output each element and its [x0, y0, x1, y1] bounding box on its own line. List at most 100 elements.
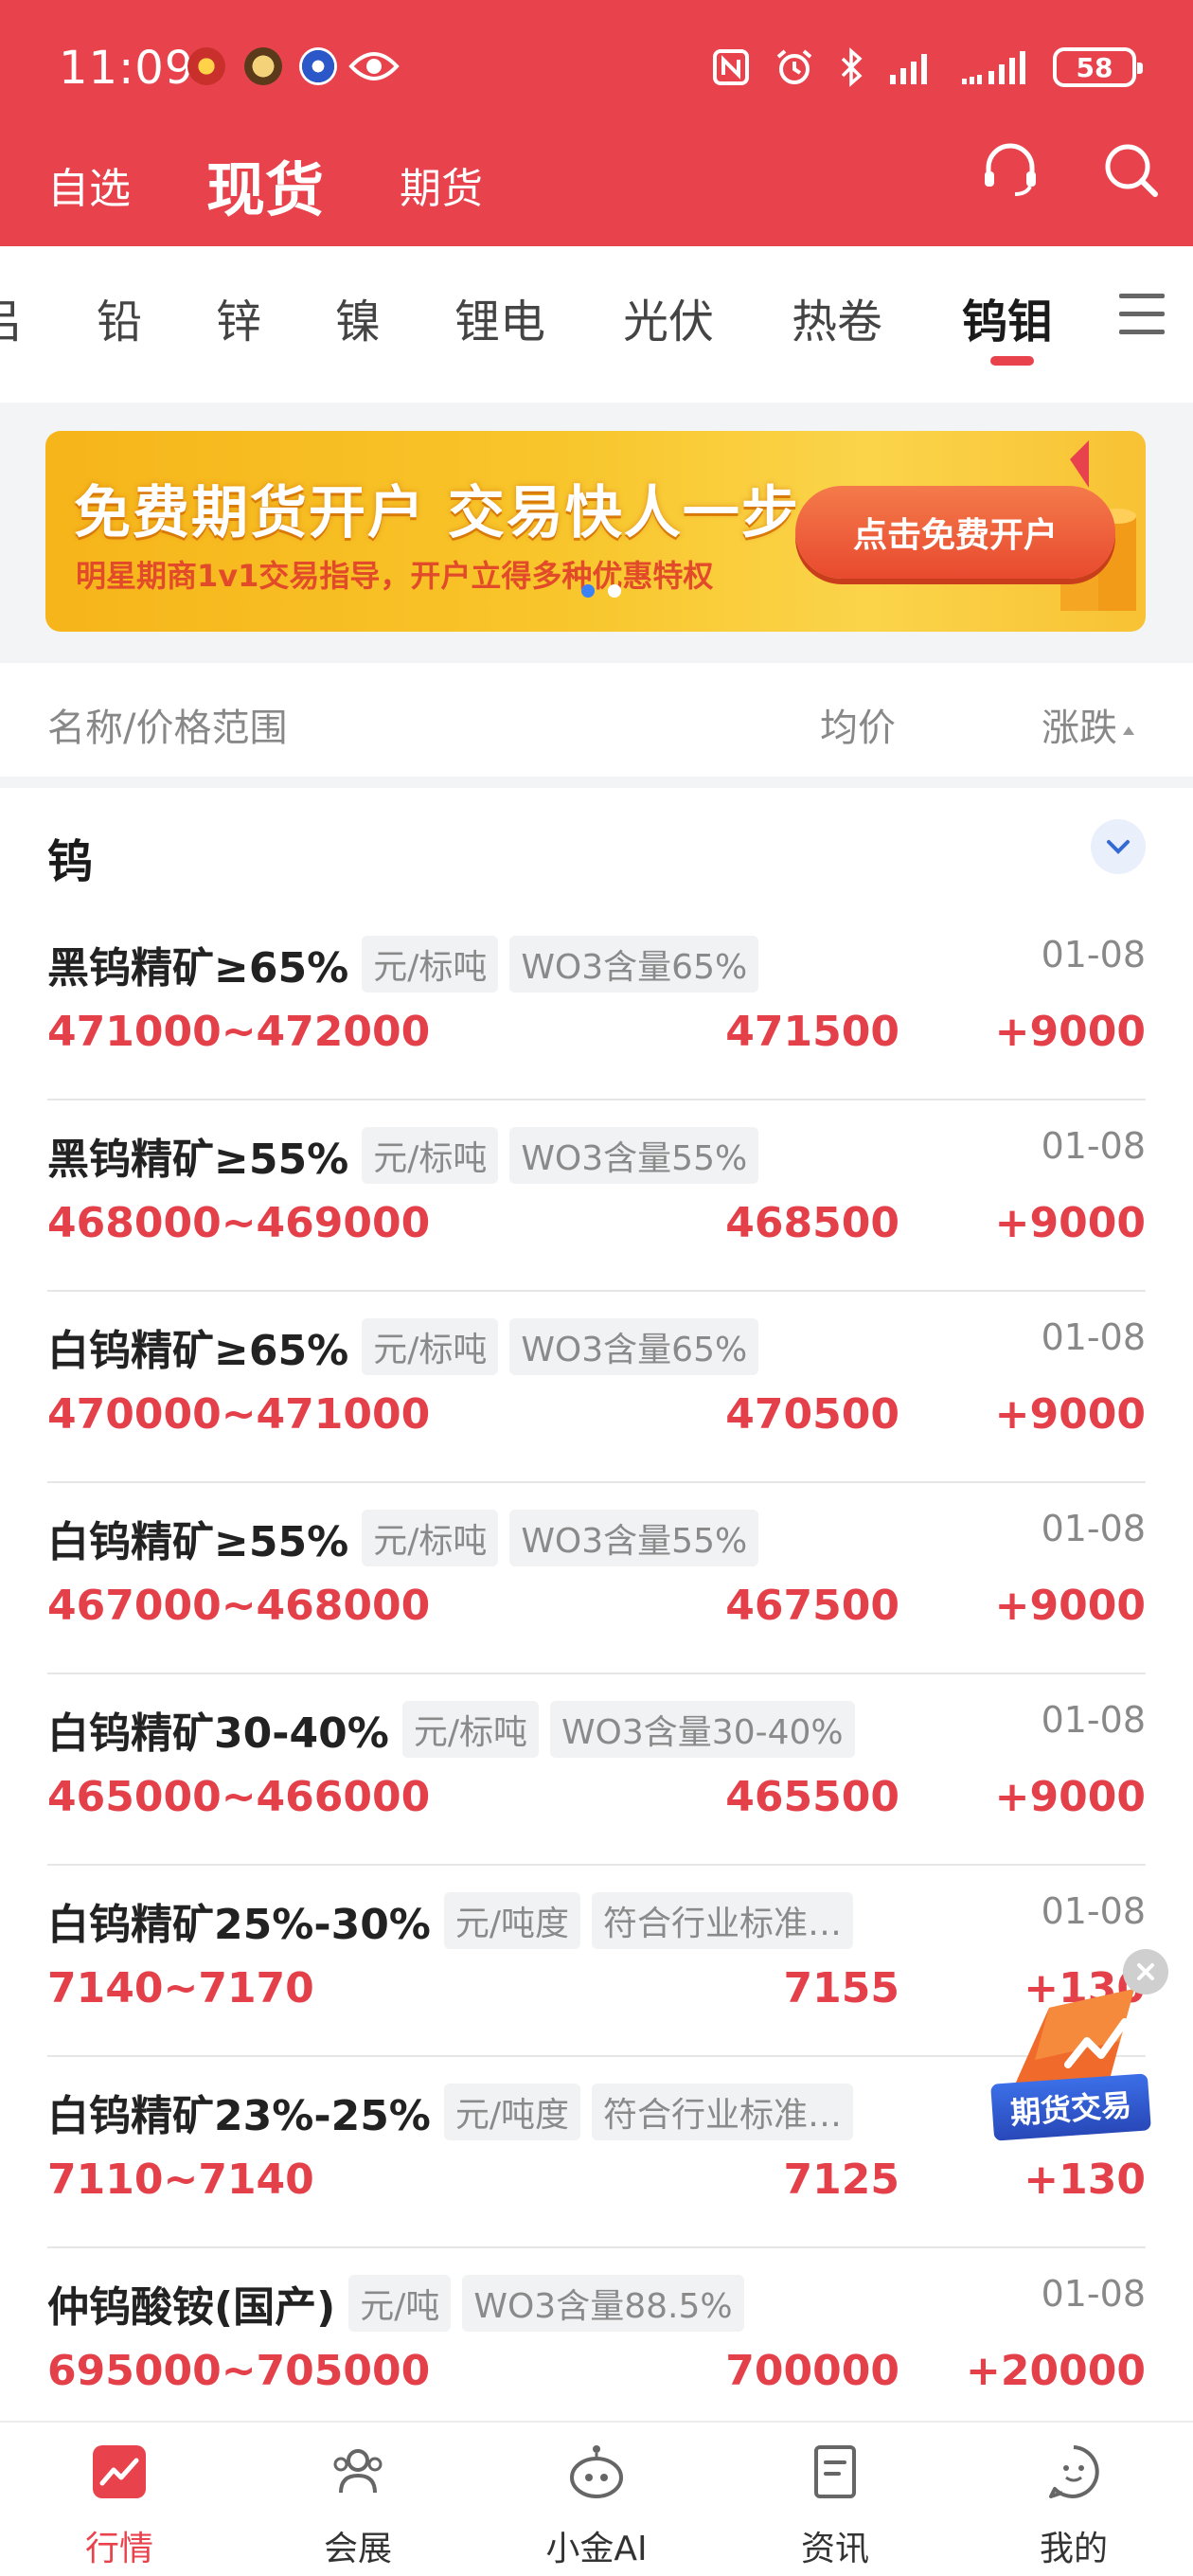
price-range: 468000~469000 [47, 1199, 431, 1247]
price-date: 01-08 [1041, 1699, 1146, 1741]
price-change: +9000 [994, 1199, 1146, 1247]
status-time: 11:09 [59, 42, 195, 95]
product-name: 白钨精矿23%-25% [47, 2092, 431, 2140]
carousel-dot-active [581, 584, 595, 598]
tab-futures[interactable]: 期货 [400, 154, 483, 215]
category-tab-partial[interactable]: 吕 [0, 284, 23, 350]
category-tab-lithium[interactable]: 锂电 [454, 284, 545, 350]
price-range: 470000~471000 [47, 1390, 431, 1439]
column-header-avg[interactable]: 均价 [820, 697, 896, 752]
category-tab-nickel[interactable]: 镍 [335, 284, 381, 350]
category-tabs: 吕 铅 锌 镍 锂电 光伏 热卷 钨钼 [0, 246, 1193, 402]
nav-item-exhibition[interactable]: 会展 [239, 2423, 477, 2576]
status-right-group: 58 [712, 47, 1143, 87]
spec-tag: WO3含量30-40% [549, 1701, 855, 1758]
table-row[interactable]: 白钨精矿23%-25% 元/吨度 符合行业标准… 7110~7140 7125 +1… [47, 2057, 1146, 2248]
spec-tag: 符合行业标准… [592, 1892, 854, 1949]
active-tab-underline [990, 356, 1034, 366]
profile-icon [1049, 2445, 1099, 2498]
category-tab-lead[interactable]: 铅 [97, 284, 142, 350]
tab-spot[interactable]: 现货 [206, 142, 324, 227]
category-tab-zinc[interactable]: 锌 [216, 284, 261, 350]
table-row[interactable]: 白钨精矿30-40% 元/标吨 WO3含量30-40% 01-08 465000~4… [47, 1674, 1146, 1866]
price-range: 465000~466000 [47, 1773, 431, 1821]
price-range: 467000~468000 [47, 1582, 431, 1630]
nav-item-market[interactable]: 行情 [0, 2423, 239, 2576]
unit-tag: 元/吨度 [443, 2084, 581, 2140]
category-tab-tungsten-molybdenum[interactable]: 钨钼 [962, 284, 1053, 350]
section-divider [0, 777, 1193, 788]
price-change: +9000 [994, 1582, 1146, 1630]
price-date: 01-08 [1041, 2273, 1146, 2315]
table-row[interactable]: 黑钨精矿≥65% 元/标吨 WO3含量65% 01-08 471000~472000… [47, 909, 1146, 1100]
float-close-button[interactable] [1123, 1949, 1168, 1995]
table-row[interactable]: 黑钨精矿≥55% 元/标吨 WO3含量55% 01-08 468000~469000… [47, 1100, 1146, 1292]
average-price: 470500 [725, 1390, 899, 1439]
people-icon [333, 2449, 383, 2494]
price-range: 7110~7140 [47, 2156, 314, 2204]
spec-tag: WO3含量65% [509, 936, 759, 993]
nav-label-market: 行情 [84, 2530, 153, 2568]
price-change: +9000 [994, 1390, 1146, 1439]
app-header: 11:09 58 自选 现货 期货 [0, 0, 1193, 246]
bluetooth-icon [841, 47, 863, 87]
price-change: +9000 [994, 1008, 1146, 1056]
price-date: 01-08 [1041, 1316, 1146, 1358]
app-notification-icon-2 [244, 47, 282, 85]
promo-banner[interactable]: 免费期货开户 交易快人一步 明星期商1v1交易指导，开户立得多种优惠特权 点击免… [45, 431, 1146, 632]
category-tab-solar[interactable]: 光伏 [623, 284, 714, 350]
price-change: +130 [1024, 2156, 1146, 2204]
nav-item-profile[interactable]: 我的 [954, 2423, 1193, 2576]
price-range: 695000~705000 [47, 2347, 431, 2395]
bottom-nav: 行情 会展 小金AI 资讯 我的 [0, 2421, 1193, 2576]
collapse-button[interactable] [1091, 819, 1146, 874]
nav-label-exhibition: 会展 [323, 2530, 392, 2568]
spec-tag: WO3含量88.5% [462, 2275, 744, 2332]
sort-icon [1123, 725, 1134, 735]
category-tab-hot-rolled[interactable]: 热卷 [792, 284, 882, 350]
document-icon [814, 2445, 856, 2498]
table-row[interactable]: 白钨精矿≥55% 元/标吨 WO3含量55% 01-08 467000~468000… [47, 1483, 1146, 1674]
unit-tag: 元/标吨 [362, 936, 499, 993]
unit-tag: 元/标吨 [401, 1701, 539, 1758]
product-name: 白钨精矿≥65% [47, 1327, 349, 1375]
column-header-name: 名称/价格范围 [47, 707, 288, 750]
menu-icon[interactable] [1119, 294, 1165, 337]
search-icon[interactable] [1098, 137, 1165, 204]
price-date: 01-08 [1041, 934, 1146, 975]
table-row[interactable]: 仲钨酸铵(国产) 元/吨 WO3含量88.5% 01-08 695000~70500… [47, 2248, 1146, 2440]
signal-icon-2 [962, 51, 1025, 84]
table-row[interactable]: 白钨精矿25%-30% 元/吨度 符合行业标准… 01-08 7140~7170 7… [47, 1866, 1146, 2057]
unit-tag: 元/吨 [348, 2275, 452, 2332]
nav-item-news[interactable]: 资讯 [716, 2423, 954, 2576]
column-header-change[interactable]: 涨跌 [1042, 697, 1134, 752]
status-bar: 11:09 58 [0, 0, 1193, 133]
spec-tag: WO3含量55% [509, 1510, 759, 1566]
nav-label-news: 资讯 [800, 2530, 869, 2568]
unit-tag: 元/标吨 [362, 1510, 499, 1566]
app-notification-icon [187, 47, 225, 85]
nav-item-ai[interactable]: 小金AI [477, 2423, 716, 2576]
table-row[interactable]: 白钨精矿≥65% 元/标吨 WO3含量65% 01-08 470000~471000… [47, 1292, 1146, 1483]
robot-icon [570, 2445, 623, 2498]
price-date: 01-08 [1041, 1508, 1146, 1549]
open-account-button[interactable]: 点击免费开户 [795, 486, 1115, 579]
price-change: +9000 [994, 1773, 1146, 1821]
column-header-change-label: 涨跌 [1042, 707, 1117, 750]
product-name: 黑钨精矿≥55% [47, 1136, 349, 1184]
price-date: 01-08 [1041, 1890, 1146, 1932]
headset-icon[interactable] [977, 137, 1043, 204]
table-header: 名称/价格范围 均价 涨跌 [0, 663, 1193, 777]
nav-label-ai: 小金AI [545, 2530, 648, 2568]
product-name: 黑钨精矿≥65% [47, 944, 349, 993]
close-icon [1137, 1963, 1154, 1980]
app-notification-icon-3 [299, 47, 337, 85]
futures-trade-label[interactable]: 期货交易 [990, 2073, 1151, 2141]
alarm-icon [776, 49, 812, 84]
tab-watchlist[interactable]: 自选 [47, 154, 131, 215]
price-change: +20000 [966, 2347, 1146, 2395]
product-name: 白钨精矿25%-30% [47, 1901, 431, 1949]
product-name: 白钨精矿30-40% [47, 1709, 389, 1758]
spec-tag: WO3含量65% [509, 1318, 759, 1375]
spec-tag: WO3含量55% [509, 1127, 759, 1184]
